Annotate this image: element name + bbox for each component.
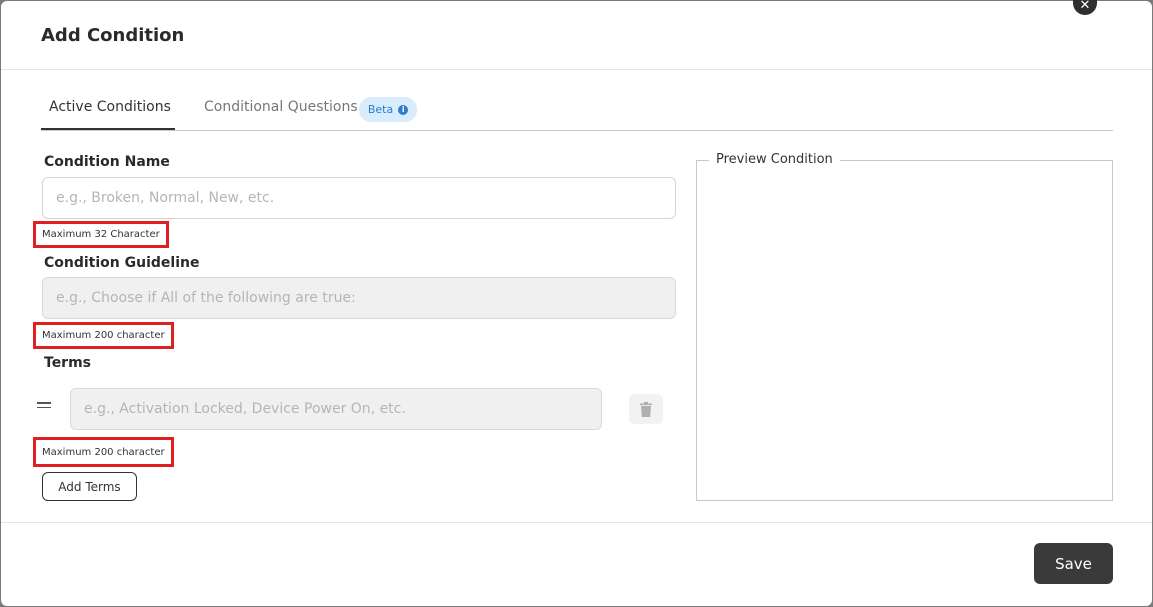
dialog-title: Add Condition [41,25,185,46]
trash-icon [640,401,652,417]
save-button[interactable]: Save [1034,543,1113,584]
add-terms-button[interactable]: Add Terms [42,472,137,501]
terms-input[interactable] [70,388,602,430]
beta-badge-label: Beta [367,103,394,116]
condition-name-input[interactable] [42,177,676,219]
beta-badge: Beta i [359,97,417,122]
footer-divider [1,522,1152,523]
tab-conditional-questions[interactable]: Conditional Questions [204,99,358,115]
tab-bar: Active Conditions Conditional Questions … [41,89,1113,131]
delete-term-button[interactable] [629,394,663,424]
info-icon[interactable]: i [398,104,409,115]
terms-hint: Maximum 200 character [33,437,174,467]
preview-condition-panel: Preview Condition [696,152,1113,501]
active-tab-indicator [41,128,175,130]
condition-guideline-hint: Maximum 200 character [33,322,174,349]
condition-name-label: Condition Name [44,154,170,170]
add-condition-dialog: ✕ Add Condition Active Conditions Condit… [1,0,1152,606]
preview-condition-legend: Preview Condition [709,152,840,167]
condition-guideline-input[interactable] [42,277,676,319]
condition-name-hint: Maximum 32 Character [33,221,169,248]
condition-guideline-label: Condition Guideline [44,255,200,271]
terms-label: Terms [44,355,92,371]
dialog-header: Add Condition [1,1,1152,70]
drag-handle-icon[interactable] [37,402,51,412]
tab-active-conditions[interactable]: Active Conditions [49,99,171,115]
